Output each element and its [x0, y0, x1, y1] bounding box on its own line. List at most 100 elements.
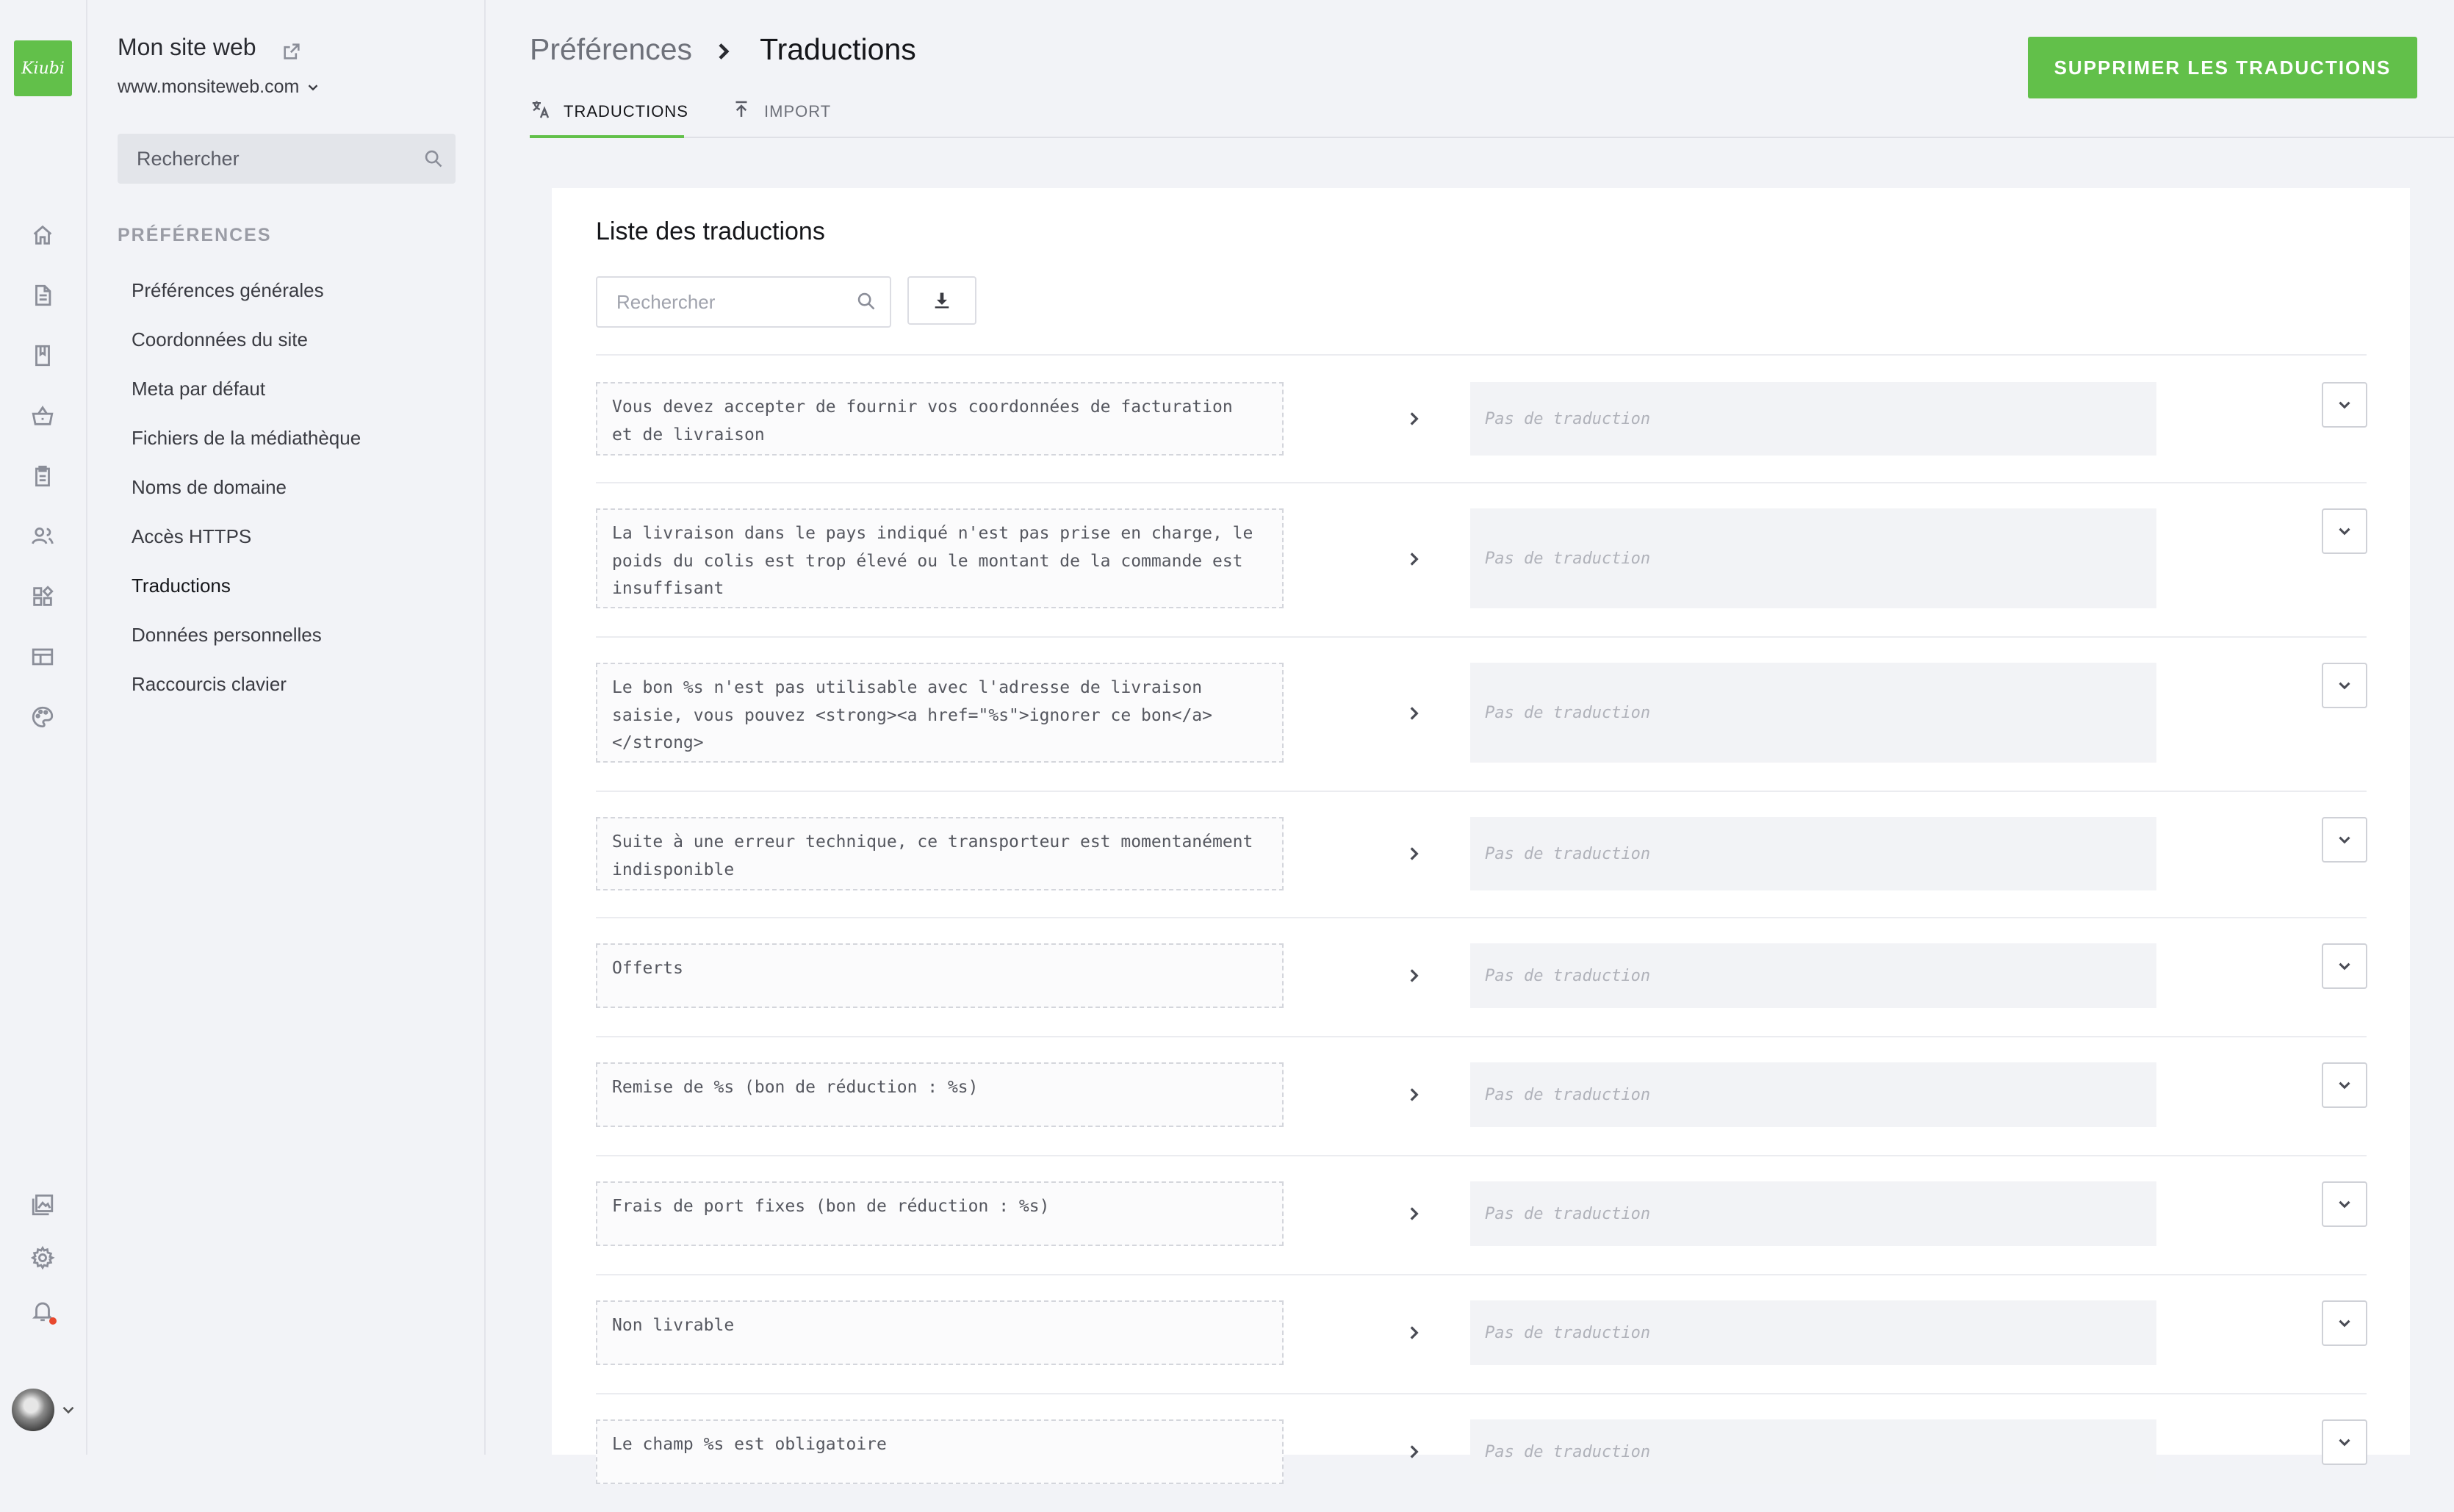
clipboard-icon[interactable]: [25, 458, 60, 494]
basket-icon[interactable]: [25, 398, 60, 433]
expand-row-button[interactable]: [2322, 943, 2367, 989]
chevron-right-icon[interactable]: [1404, 1323, 1426, 1345]
chevron-right-icon[interactable]: [1404, 409, 1426, 431]
expand-row-button[interactable]: [2322, 1300, 2367, 1346]
site-url-dropdown[interactable]: www.monsiteweb.com: [118, 76, 321, 98]
translation-search-input[interactable]: [615, 289, 838, 314]
layout-icon[interactable]: [25, 639, 60, 674]
sidebar-item-traductions[interactable]: Traductions: [118, 561, 456, 611]
sidebar-item-coordonnees[interactable]: Coordonnées du site: [118, 315, 456, 364]
translation-input[interactable]: [1470, 817, 2156, 890]
tab-import[interactable]: IMPORT: [730, 96, 848, 137]
translation-input[interactable]: [1470, 1419, 2156, 1484]
chevron-right-icon[interactable]: [1404, 1442, 1426, 1464]
breadcrumb-parent[interactable]: Préférences: [530, 32, 692, 67]
sidebar-item-fichiers[interactable]: Fichiers de la médiathèque: [118, 414, 456, 463]
sidebar-item-noms-de-domaine[interactable]: Noms de domaine: [118, 463, 456, 512]
list-search: [596, 276, 891, 328]
sidebar-search: [118, 134, 456, 184]
translation-input[interactable]: [1470, 1181, 2156, 1246]
source-text: Frais de port fixes (bon de réduction : …: [596, 1181, 1284, 1246]
apps-icon[interactable]: [25, 579, 60, 614]
chevron-down-icon: [2339, 962, 2350, 971]
sidebar-item-donnees-personnelles[interactable]: Données personnelles: [118, 611, 456, 660]
upload-icon: [730, 98, 752, 120]
chevron-right-icon[interactable]: [1404, 1085, 1426, 1107]
search-icon[interactable]: [856, 291, 877, 312]
translation-input[interactable]: [1470, 1062, 2156, 1127]
external-link-icon[interactable]: [281, 41, 302, 62]
sidebar-search-input[interactable]: [135, 146, 403, 171]
translation-input[interactable]: [1470, 663, 2156, 763]
expand-row-button[interactable]: [2322, 817, 2367, 863]
translation-row: Vous devez accepter de fournir vos coord…: [596, 356, 2367, 483]
translate-icon: [530, 98, 552, 120]
sidebar-item-preferences-generales[interactable]: Préférences générales: [118, 266, 456, 315]
chevron-right-icon[interactable]: [1404, 704, 1426, 726]
chevron-right-icon[interactable]: [1404, 966, 1426, 988]
chevron-down-icon: [2339, 1200, 2350, 1209]
source-text: La livraison dans le pays indiqué n'est …: [596, 508, 1284, 608]
chevron-right-icon[interactable]: [1404, 550, 1426, 572]
translation-row: La livraison dans le pays indiqué n'est …: [596, 482, 2367, 638]
breadcrumb: Préférences Traductions: [530, 32, 916, 67]
section-heading: PRÉFÉRENCES: [118, 225, 272, 245]
tab-traductions[interactable]: TRADUCTIONS: [530, 96, 688, 138]
source-text: Le bon %s n'est pas utilisable avec l'ad…: [596, 663, 1284, 763]
sidebar-item-raccourcis[interactable]: Raccourcis clavier: [118, 660, 456, 709]
translation-input[interactable]: [1470, 943, 2156, 1008]
expand-row-button[interactable]: [2322, 1062, 2367, 1108]
delete-translations-button[interactable]: SUPPRIMER LES TRADUCTIONS: [2028, 37, 2417, 98]
gear-icon[interactable]: [25, 1240, 60, 1275]
search-icon[interactable]: [423, 148, 444, 169]
chevron-down-icon: [2339, 836, 2350, 844]
media-icon[interactable]: [25, 1187, 60, 1223]
tab-label: TRADUCTIONS: [564, 102, 688, 120]
chevron-down-icon: [2339, 528, 2350, 536]
source-text: Le champ %s est obligatoire: [596, 1419, 1284, 1484]
chevron-down-icon: [2339, 1320, 2350, 1328]
chevron-right-icon[interactable]: [1404, 844, 1426, 866]
page-title: Traductions: [760, 32, 916, 66]
translation-input[interactable]: [1470, 382, 2156, 456]
expand-row-button[interactable]: [2322, 1181, 2367, 1227]
palette-icon[interactable]: [25, 699, 60, 735]
translation-row: Offerts: [596, 917, 2367, 1037]
card-title: Liste des traductions: [596, 217, 825, 245]
book-icon[interactable]: [25, 338, 60, 373]
chevron-right-icon[interactable]: [1404, 1204, 1426, 1226]
sidebar-nav: Préférences générales Coordonnées du sit…: [118, 266, 456, 709]
site-title[interactable]: Mon site web: [118, 34, 256, 61]
expand-row-button[interactable]: [2322, 663, 2367, 708]
chevron-down-icon[interactable]: [59, 1400, 78, 1419]
users-icon[interactable]: [25, 519, 60, 554]
page-icon[interactable]: [25, 278, 60, 313]
expand-row-button[interactable]: [2322, 508, 2367, 554]
sidebar-item-https[interactable]: Accès HTTPS: [118, 512, 456, 561]
chevron-down-icon: [2339, 1081, 2350, 1090]
translations-card: Liste des traductions Vous devez accepte…: [552, 188, 2410, 1484]
tab-label: IMPORT: [764, 102, 832, 120]
translation-input[interactable]: [1470, 1300, 2156, 1365]
chevron-down-icon: [308, 84, 318, 90]
preferences-sidebar: Mon site web www.monsiteweb.com PRÉFÉREN…: [87, 0, 486, 1455]
main-content: Préférences Traductions SUPPRIMER LES TR…: [486, 0, 2454, 1484]
source-text: Remise de %s (bon de réduction : %s): [596, 1062, 1284, 1127]
home-icon[interactable]: [25, 217, 60, 253]
notification-dot: [49, 1317, 57, 1325]
expand-row-button[interactable]: [2322, 382, 2367, 428]
bell-icon[interactable]: [25, 1293, 60, 1328]
translation-input[interactable]: [1470, 508, 2156, 608]
sidebar-item-meta[interactable]: Meta par défaut: [118, 364, 456, 414]
tab-bar: TRADUCTIONS IMPORT: [530, 96, 2454, 138]
app: Kiubi Mon site web www.monsiteweb.com Re…: [0, 0, 2454, 1484]
source-text: Suite à une erreur technique, ce transpo…: [596, 817, 1284, 890]
chevron-down-icon: [2339, 1439, 2350, 1447]
kiubi-logo[interactable]: Kiubi: [14, 40, 72, 96]
expand-row-button[interactable]: [2322, 1419, 2367, 1465]
translation-row: Le bon %s n'est pas utilisable avec l'ad…: [596, 636, 2367, 792]
source-text: Non livrable: [596, 1300, 1284, 1365]
download-button[interactable]: [907, 276, 976, 325]
avatar[interactable]: [12, 1389, 54, 1431]
translation-row: Remise de %s (bon de réduction : %s): [596, 1036, 2367, 1156]
